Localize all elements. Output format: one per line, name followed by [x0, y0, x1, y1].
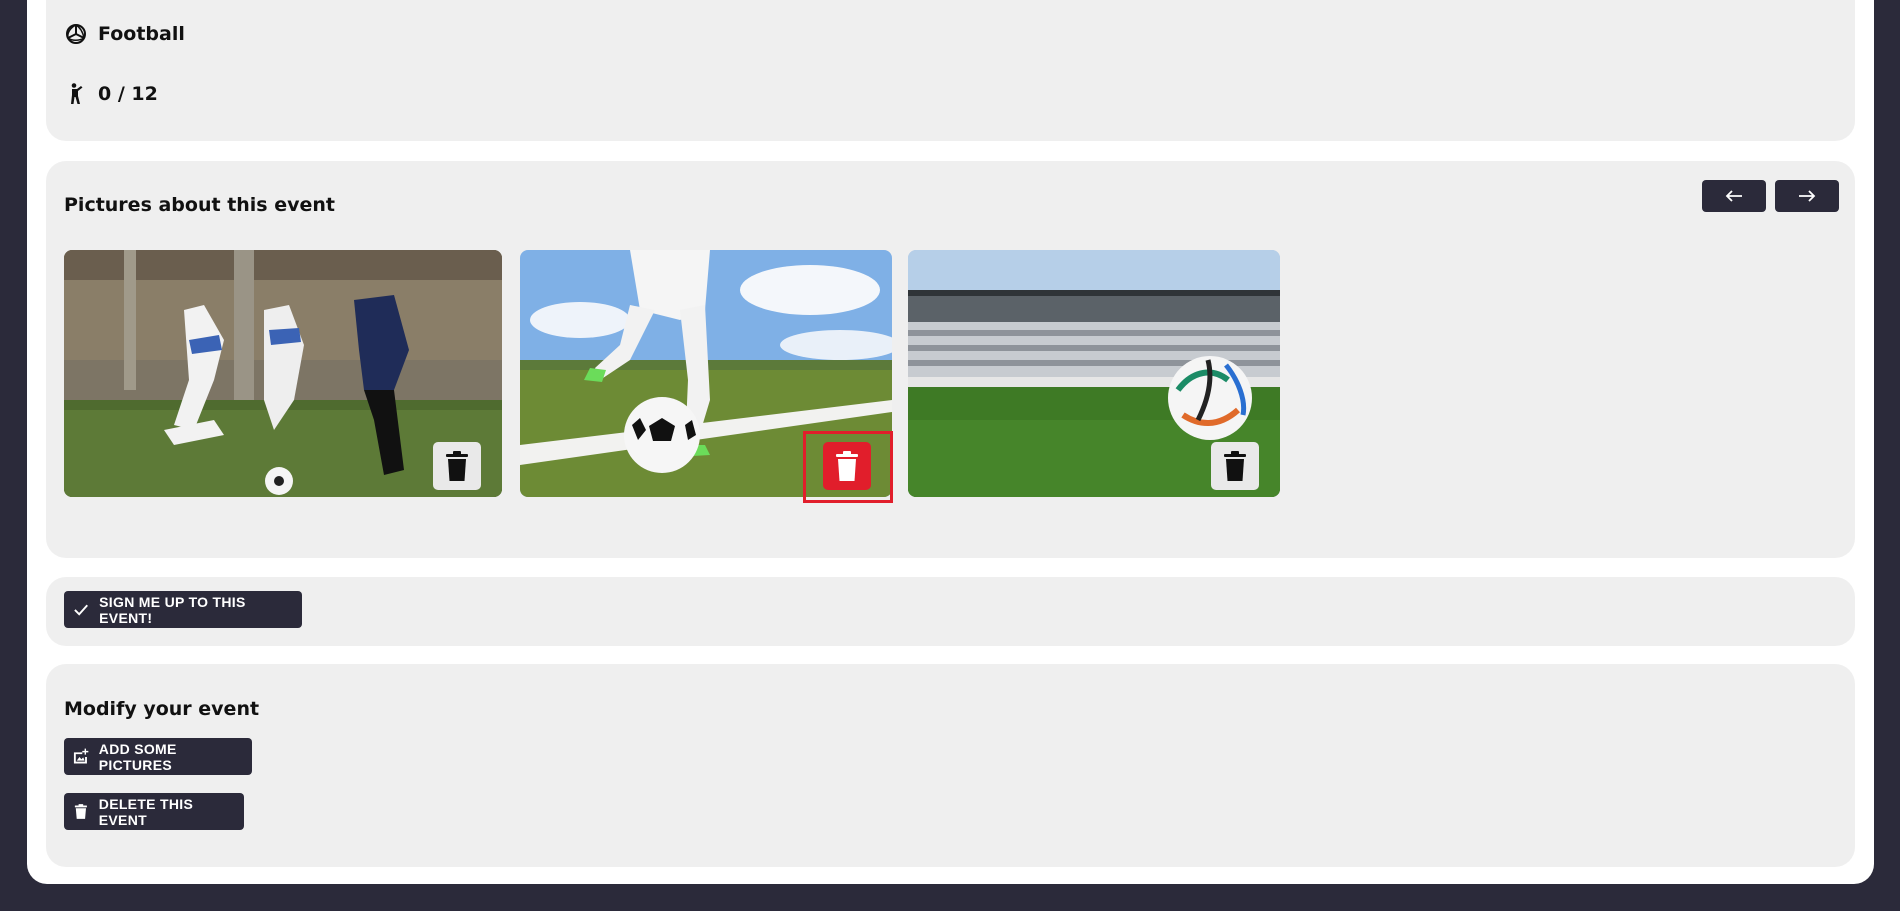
delete-event-button[interactable]: DELETE THIS EVENT [64, 793, 244, 830]
arrow-left-icon [1725, 190, 1742, 202]
previous-picture-button[interactable] [1702, 180, 1766, 212]
modify-card: Modify your event ADD SOME PICTURES DELE… [46, 664, 1855, 867]
volleyball-icon [66, 24, 86, 44]
arrow-right-icon [1799, 190, 1816, 202]
pictures-card: Pictures about this event [46, 161, 1855, 558]
person-icon [71, 83, 83, 104]
sign-up-button[interactable]: SIGN ME UP TO THIS EVENT! [64, 591, 302, 628]
event-photo[interactable] [908, 250, 1280, 497]
pictures-title: Pictures about this event [64, 194, 336, 216]
add-pictures-button[interactable]: ADD SOME PICTURES [64, 738, 252, 775]
delete-picture-button[interactable] [1211, 442, 1259, 490]
event-photo[interactable] [64, 250, 502, 497]
trash-icon [1224, 451, 1246, 481]
event-info-card: Football 0 / 12 [46, 0, 1855, 141]
signup-card: SIGN ME UP TO THIS EVENT! [46, 577, 1855, 646]
trash-icon [836, 451, 858, 481]
delete-picture-button[interactable] [433, 442, 481, 490]
delete-event-label: DELETE THIS EVENT [98, 795, 194, 828]
sign-up-label: SIGN ME UP TO THIS EVENT! [99, 593, 246, 626]
trash-icon [74, 804, 87, 819]
event-page: Football 0 / 12 Pictures about this even… [27, 0, 1874, 884]
add-photo-icon [73, 748, 89, 764]
sport-row: Football [64, 22, 185, 46]
participants-count: 0 / 12 [98, 83, 158, 105]
check-icon [74, 604, 88, 616]
trash-icon [446, 451, 468, 481]
modify-title: Modify your event [64, 698, 260, 720]
delete-picture-button[interactable] [823, 442, 871, 490]
add-pictures-label: ADD SOME PICTURES [98, 740, 177, 773]
participants-row: 0 / 12 [64, 82, 158, 106]
event-photo[interactable] [520, 250, 892, 497]
next-picture-button[interactable] [1775, 180, 1839, 212]
sport-name: Football [98, 23, 185, 45]
